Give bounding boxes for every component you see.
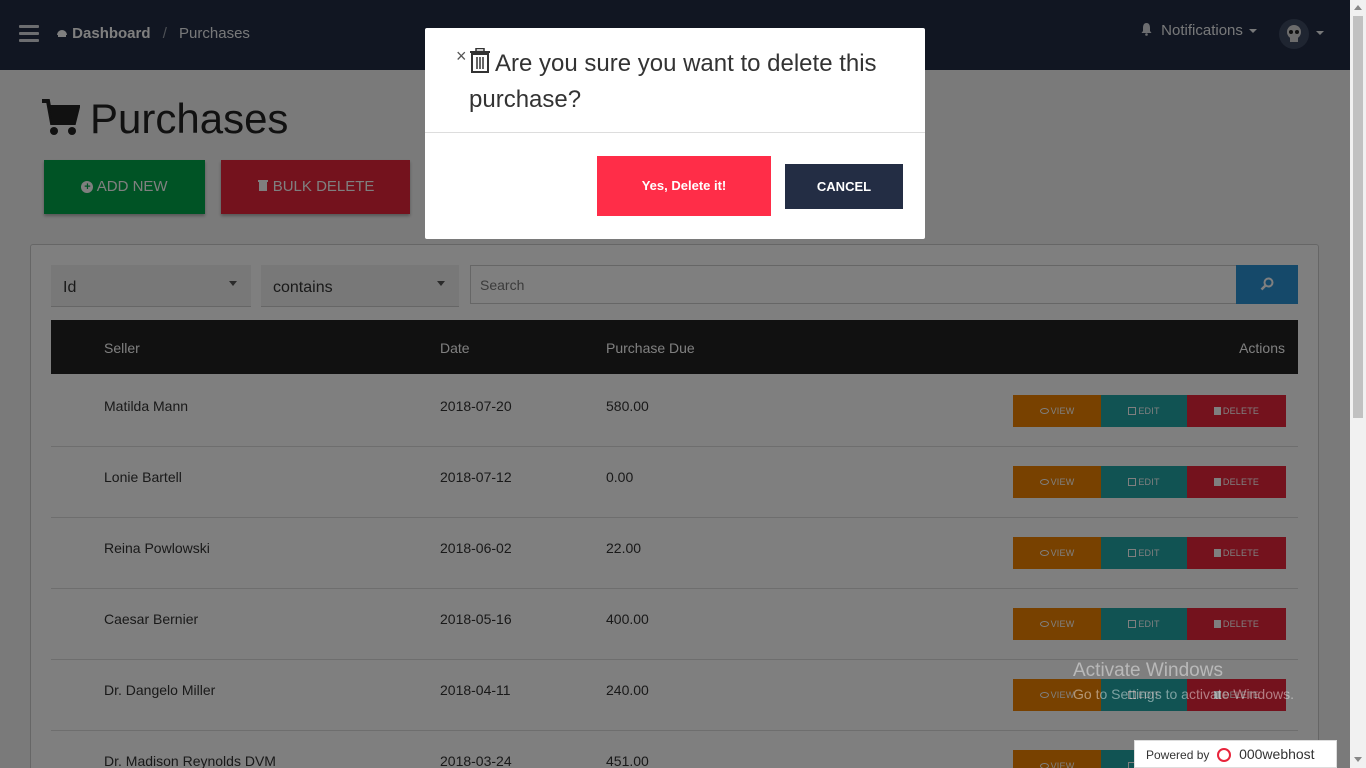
powered-by-text: Powered by bbox=[1146, 748, 1210, 762]
powered-by-brand: 000webhost bbox=[1239, 746, 1315, 762]
close-icon[interactable]: × bbox=[456, 46, 467, 67]
modal-header: × Are you sure you want to delete this p… bbox=[425, 28, 925, 133]
modal-title: Are you sure you want to delete this pur… bbox=[469, 46, 899, 118]
trash-icon bbox=[470, 48, 490, 73]
cancel-button[interactable]: CANCEL bbox=[785, 164, 903, 209]
confirm-delete-button[interactable]: Yes, Delete it! bbox=[597, 156, 771, 216]
watermark-line2: Go to Settings to activate Windows. bbox=[1073, 686, 1294, 702]
modal-title-text: Are you sure you want to delete this pur… bbox=[469, 50, 877, 113]
delete-confirm-modal: × Are you sure you want to delete this p… bbox=[425, 28, 925, 239]
page-scrollbar[interactable] bbox=[1350, 0, 1366, 768]
powered-by-badge[interactable]: Powered by 000webhost bbox=[1134, 740, 1337, 768]
windows-activation-watermark: Activate Windows Go to Settings to activ… bbox=[1073, 660, 1294, 702]
scroll-down-arrow-icon[interactable] bbox=[1354, 757, 1362, 762]
scrollbar-thumb[interactable] bbox=[1353, 16, 1363, 418]
scroll-up-arrow-icon[interactable] bbox=[1354, 5, 1362, 10]
webhost-logo-icon bbox=[1216, 748, 1231, 762]
watermark-line1: Activate Windows bbox=[1073, 660, 1223, 681]
